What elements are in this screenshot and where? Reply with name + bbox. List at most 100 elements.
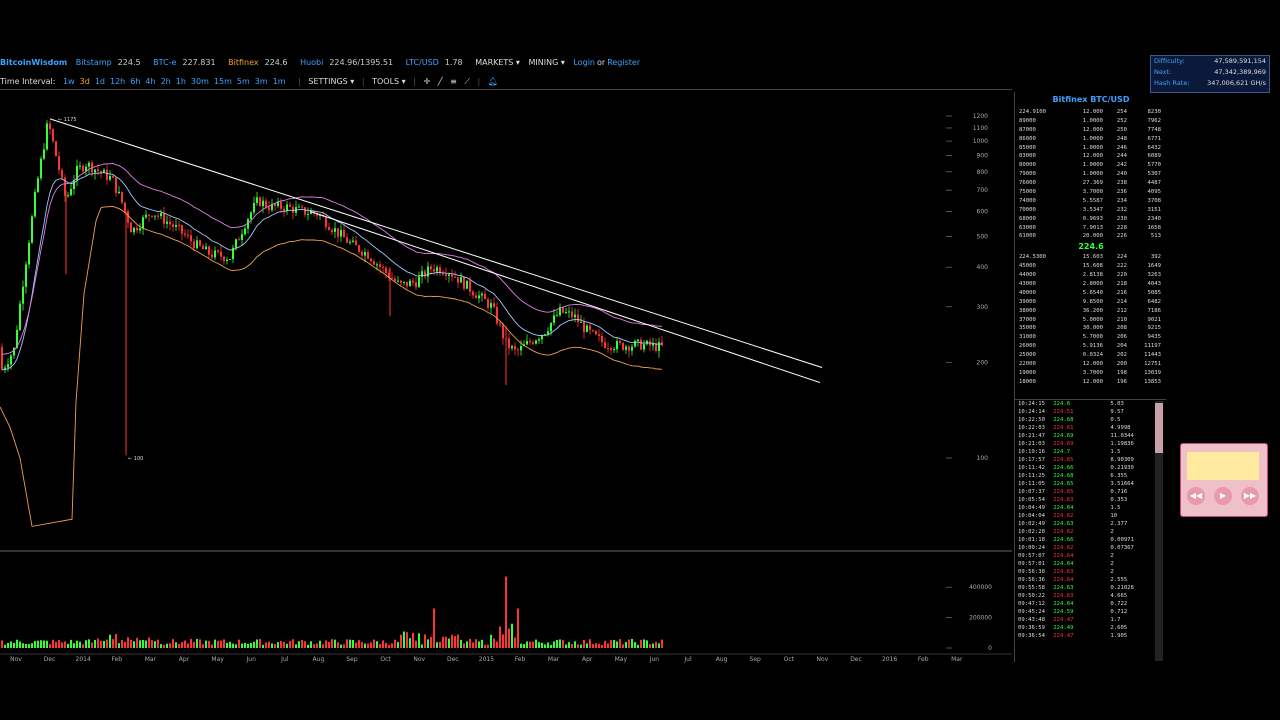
orderbook-row: 19000 3.7000 198 13039 — [1015, 369, 1167, 378]
orderbook-cell: 212 — [1116, 307, 1127, 314]
settings-menu[interactable]: SETTINGS ▾ — [308, 75, 354, 89]
volume-bar — [571, 644, 573, 648]
volume-bar — [172, 639, 174, 648]
ticker-bitstamp-value: 224.5 — [117, 58, 141, 67]
candle-body — [235, 239, 237, 248]
rewind-icon[interactable]: ◀◀ — [1187, 487, 1205, 505]
interval-button-3d[interactable]: 3d — [80, 75, 90, 89]
trade-time: 10:05:54 — [1018, 497, 1045, 503]
x-axis-label: May — [211, 656, 224, 663]
candle-body — [358, 245, 360, 252]
crosshair-icon[interactable]: ✛ — [423, 75, 430, 89]
draw-line-icon[interactable]: ╱ — [438, 75, 443, 89]
candle-body — [238, 239, 240, 241]
trade-row: 10:22:50 224.68 0.5 — [1014, 416, 1166, 424]
volume-bar — [61, 642, 63, 648]
trade-row: 09:57:01 224.64 2 — [1014, 560, 1166, 568]
orderbook-row: 37000 5.0000 210 9021 — [1015, 316, 1167, 325]
orderbook-cell: 210 — [1116, 316, 1127, 323]
markets-menu[interactable]: MARKETS ▾ — [475, 56, 520, 70]
interval-button-15m[interactable]: 15m — [214, 75, 232, 89]
candle-body — [328, 227, 330, 230]
interval-button-2h[interactable]: 2h — [161, 75, 171, 89]
orderbook-cell: 242 — [1116, 162, 1127, 169]
fast-forward-icon[interactable]: ▶▶ — [1241, 487, 1259, 505]
volume-bar — [193, 642, 195, 648]
candle-body — [82, 165, 84, 172]
interval-button-5m[interactable]: 5m — [237, 75, 250, 89]
candle-body — [376, 264, 378, 266]
volume-axis-label: 200000 — [969, 615, 992, 622]
trades-scrollbar-thumb[interactable] — [1155, 403, 1163, 453]
volume-bar — [103, 640, 105, 648]
orderbook-cell: 22000 — [1019, 361, 1036, 368]
interval-button-12h[interactable]: 12h — [110, 75, 125, 89]
trade-price: 224.65 — [1053, 457, 1074, 463]
trade-row: 10:21:47 224.69 11.0344 — [1014, 432, 1166, 440]
candle-body — [283, 208, 285, 212]
orderbook-cell: 12751 — [1144, 361, 1161, 368]
ticker-bitstamp-name[interactable]: Bitstamp — [76, 56, 112, 70]
mining-menu[interactable]: MINING ▾ — [529, 56, 565, 70]
volume-bar — [178, 643, 180, 648]
candle-body — [289, 204, 291, 207]
volume-bar — [148, 637, 150, 648]
candle-body — [193, 241, 195, 249]
tools-menu[interactable]: TOOLS ▾ — [372, 75, 406, 89]
alarm-bell-icon[interactable]: 🔔︎ — [488, 75, 498, 89]
register-link[interactable]: Register — [607, 56, 640, 70]
orderbook-cell: 6482 — [1147, 298, 1161, 305]
volume-bar — [295, 644, 297, 648]
trade-price: 224.64 — [1053, 505, 1074, 511]
orderbook-cell: 1649 — [1147, 263, 1161, 270]
orderbook-cell: 9215 — [1147, 325, 1161, 332]
candle-body — [334, 228, 336, 232]
horizontal-lines-icon[interactable]: ≡ — [450, 75, 457, 89]
ticker-ltcusd-name[interactable]: LTC/USD — [406, 56, 439, 70]
play-icon[interactable]: ▶ — [1214, 487, 1232, 505]
trade-row: 09:50:22 224.63 4.665 — [1014, 592, 1166, 600]
orderbook-cell: 226 — [1116, 233, 1127, 240]
interval-button-3m[interactable]: 3m — [255, 75, 268, 89]
volume-bar — [520, 643, 522, 648]
interval-button-30m[interactable]: 30m — [191, 75, 209, 89]
fib-tool-icon[interactable]: ⟋ — [464, 75, 470, 89]
volume-bar — [454, 636, 456, 648]
candle-body — [184, 233, 186, 235]
orderbook-cell: 5.7000 — [1082, 334, 1103, 341]
interval-button-1d[interactable]: 1d — [95, 75, 105, 89]
orderbook-cell: 89000 — [1019, 117, 1036, 124]
ticker-bitfinex-name[interactable]: Bitfinex — [228, 56, 258, 70]
ticker-btce-name[interactable]: BTC-e — [153, 56, 176, 70]
interval-button-1m[interactable]: 1m — [273, 75, 286, 89]
candle-body — [139, 228, 141, 231]
price-chart[interactable]: 1200 1100 1000 900 800 700 600 500 400 300 200 100 4… — [0, 92, 1012, 664]
x-axis-label: Nov — [817, 656, 829, 663]
volume-bar — [76, 640, 78, 648]
volume-bar — [421, 644, 423, 648]
interval-button-1w[interactable]: 1w — [63, 75, 75, 89]
volume-bar — [70, 639, 72, 648]
candle-body — [118, 191, 120, 194]
brand-logo[interactable]: BitcoinWisdom — [0, 56, 67, 70]
orderbook-cell: 202 — [1116, 352, 1127, 359]
orderbook-cell: 18000 — [1019, 378, 1036, 385]
volume-bar — [598, 643, 600, 648]
ticker-huobi-name[interactable]: Huobi — [300, 56, 323, 70]
trades-scrollbar[interactable] — [1155, 401, 1163, 661]
login-link[interactable]: Login — [573, 56, 595, 70]
volume-bar — [142, 640, 144, 648]
orderbook-cell: 31000 — [1019, 334, 1036, 341]
volume-bar — [97, 638, 99, 648]
candle-body — [598, 334, 600, 337]
candle-body — [34, 191, 36, 217]
trade-row: 10:04:04 224.62 10 — [1014, 512, 1166, 520]
orderbook-row: 45000 15.608 222 1649 — [1015, 262, 1167, 271]
x-axis-label: Dec — [44, 656, 56, 663]
orderbook-cell: 5.6540 — [1082, 289, 1103, 296]
orderbook-cell: 36.200 — [1082, 307, 1103, 314]
interval-button-4h[interactable]: 4h — [145, 75, 155, 89]
interval-button-1h[interactable]: 1h — [176, 75, 186, 89]
interval-button-6h[interactable]: 6h — [130, 75, 140, 89]
candle-body — [499, 323, 501, 325]
